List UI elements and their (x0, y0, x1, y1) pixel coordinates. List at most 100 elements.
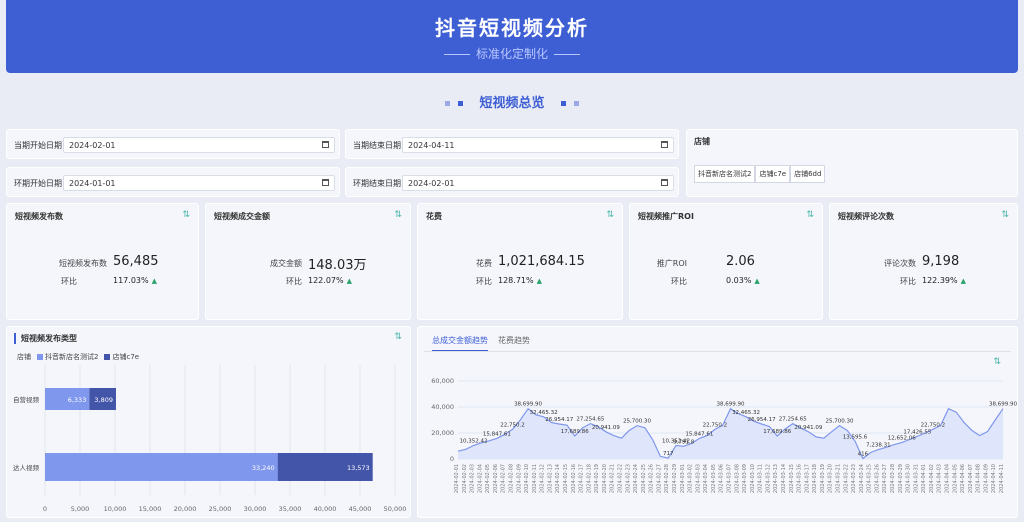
kpi-ratio-value: 122.39% (922, 276, 958, 285)
swap-icon[interactable]: ⇅ (394, 210, 402, 220)
store-filter-panel: 店铺 抖音新店名测试2 店铺c7e 店铺6dd (686, 129, 1018, 197)
x-tick-label: 2024-04-03 (937, 464, 943, 493)
x-tick-label: 2024-02-18 (586, 464, 592, 493)
kpi-title: 短视频评论次数 (838, 212, 894, 221)
bar-value-label: 3,809 (94, 396, 113, 404)
store-tag[interactable]: 店铺c7e (755, 165, 791, 183)
kpi-card-video-count: 短视频发布数 ⇅ 短视频发布数 56,485 环比 117.03% ▲ (6, 203, 199, 320)
tab-cost-trend[interactable]: 花费趋势 (498, 335, 530, 346)
x-tick-label: 2024-02-19 (594, 464, 600, 493)
x-tick-label: 2024-02-01 (454, 464, 460, 493)
filter-panel-prev-end: 环期结束日期 2024-02-01 (345, 167, 679, 197)
x-tick-label: 2024-03-13 (773, 464, 779, 493)
store-filter-label: 店铺 (694, 137, 710, 146)
x-tick-label: 2024-03-03 (695, 464, 701, 493)
prev-end-date-input[interactable]: 2024-02-01 (402, 175, 674, 191)
kpi-ratio-label: 环比 (61, 277, 77, 286)
swap-icon[interactable]: ⇅ (394, 332, 402, 342)
kpi-ratio-value: 128.71% (498, 276, 534, 285)
kpi-value: 2.06 (726, 254, 755, 269)
bar-value-label: 13,573 (347, 464, 370, 472)
data-label: 27,254.65 (779, 417, 807, 423)
x-tick-label: 2024-02-03 (470, 464, 476, 493)
data-label: 12,652.06 (888, 436, 916, 442)
current-start-date-input[interactable]: 2024-02-01 (63, 137, 335, 153)
prev-start-date-input[interactable]: 2024-01-01 (63, 175, 335, 191)
bar-value-label: 6,333 (68, 396, 87, 404)
store-tag[interactable]: 店铺6dd (790, 165, 826, 183)
x-tick-label: 2024-03-30 (906, 464, 912, 493)
data-label: 25,700.30 (623, 419, 651, 425)
date-value: 2024-04-11 (408, 141, 455, 150)
x-tick-label: 2024-04-09 (983, 464, 989, 493)
x-tick-label: 2024-02-08 (509, 464, 515, 493)
x-tick-label: 2024-02-02 (462, 464, 468, 493)
data-label: 27,254.65 (576, 417, 604, 423)
x-tick-label: 2024-02-22 (618, 464, 624, 493)
x-tick-label: 25,000 (209, 505, 232, 513)
kpi-ratio-value: 122.07% (308, 276, 344, 285)
kpi-title: 短视频成交金额 (214, 212, 270, 221)
trend-panel: 总成交金额趋势 花费趋势 ⇅ 0 20,000 40,000 60,000 10,352… (417, 326, 1018, 518)
date-value: 2024-01-01 (69, 179, 116, 188)
x-tick-label: 2024-03-04 (703, 464, 709, 493)
x-tick-label: 2024-03-07 (727, 464, 733, 493)
x-tick-label: 2024-03-19 (820, 464, 826, 493)
bar-value-label: 33,240 (252, 464, 275, 472)
data-label: 10,352.42 (460, 439, 488, 445)
x-tick-label: 2024-03-31 (913, 464, 919, 493)
data-label: 7,238.31 (866, 443, 891, 449)
store-tag[interactable]: 抖音新店名测试2 (694, 165, 756, 183)
x-tick-label: 2024-03-10 (750, 464, 756, 493)
kpi-label: 成交金额 (270, 259, 302, 268)
x-tick-label: 2024-02-23 (625, 464, 631, 493)
x-tick-label: 2024-03-01 (680, 464, 686, 493)
y-tick-label: 40,000 (431, 403, 454, 411)
x-tick-label: 2024-03-28 (890, 464, 896, 493)
data-label: 13,595.6 (843, 434, 868, 440)
section-title-text: 短视频总览 (479, 96, 545, 111)
data-label: 15,847.61 (483, 431, 511, 437)
current-end-date-input[interactable]: 2024-04-11 (402, 137, 674, 153)
x-tick-label: 2024-04-04 (945, 464, 951, 493)
filter-label: 环期结束日期 (353, 179, 401, 188)
date-value: 2024-02-01 (408, 179, 455, 188)
kpi-value: 148.03万 (308, 258, 367, 273)
page-subtitle: 标准化定制化 (6, 45, 1018, 62)
data-label: 717 (663, 451, 674, 457)
x-tick-label: 2024-03-16 (797, 464, 803, 493)
data-label: 38,699.90 (514, 402, 542, 408)
x-tick-label: 2024-02-05 (485, 464, 491, 493)
x-tick-label: 2024-04-06 (960, 464, 966, 493)
data-label: 17,426.55 (903, 429, 931, 435)
tab-gmv-trend[interactable]: 总成交金额趋势 (432, 335, 488, 352)
x-tick-label: 2024-03-18 (812, 464, 818, 493)
arrow-up-icon: ▲ (536, 277, 542, 285)
x-tick-label: 2024-02-10 (524, 464, 530, 493)
kpi-label: 评论次数 (884, 259, 916, 268)
x-tick-label: 2024-02-07 (501, 464, 507, 493)
x-tick-label: 35,000 (279, 505, 302, 513)
kpi-ratio-label: 环比 (671, 277, 687, 286)
section-title: 短视频总览 (0, 92, 1024, 111)
kpi-ratio-label: 环比 (900, 277, 916, 286)
filter-label: 当期结束日期 (353, 141, 401, 150)
kpi-label: 推广ROI (656, 259, 687, 268)
data-label: 38,699.90 (717, 402, 745, 408)
kpi-value: 56,485 (113, 254, 159, 269)
swap-icon[interactable]: ⇅ (806, 210, 814, 220)
swap-icon[interactable]: ⇅ (606, 210, 614, 220)
x-tick-label: 2024-03-06 (719, 464, 725, 493)
swap-icon[interactable]: ⇅ (182, 210, 190, 220)
decor-dot (444, 101, 450, 106)
swap-icon[interactable]: ⇅ (1001, 210, 1009, 220)
filter-panel-prev-start: 环期开始日期 2024-01-01 (6, 167, 340, 197)
store-tag-list: 抖音新店名测试2 店铺c7e 店铺6dd (694, 165, 826, 183)
kpi-card-roi: 短视频推广ROI ⇅ 推广ROI 2.06 环比 0.03% ▲ (629, 203, 823, 320)
x-tick-label: 2024-03-20 (828, 464, 834, 493)
x-tick-label: 2024-03-17 (804, 464, 810, 493)
swap-icon[interactable]: ⇅ (993, 357, 1001, 367)
filter-panel-current-end: 当期结束日期 2024-04-11 (345, 129, 679, 159)
x-tick-label: 5,000 (71, 505, 90, 513)
data-label: 32,465.32 (732, 410, 760, 416)
